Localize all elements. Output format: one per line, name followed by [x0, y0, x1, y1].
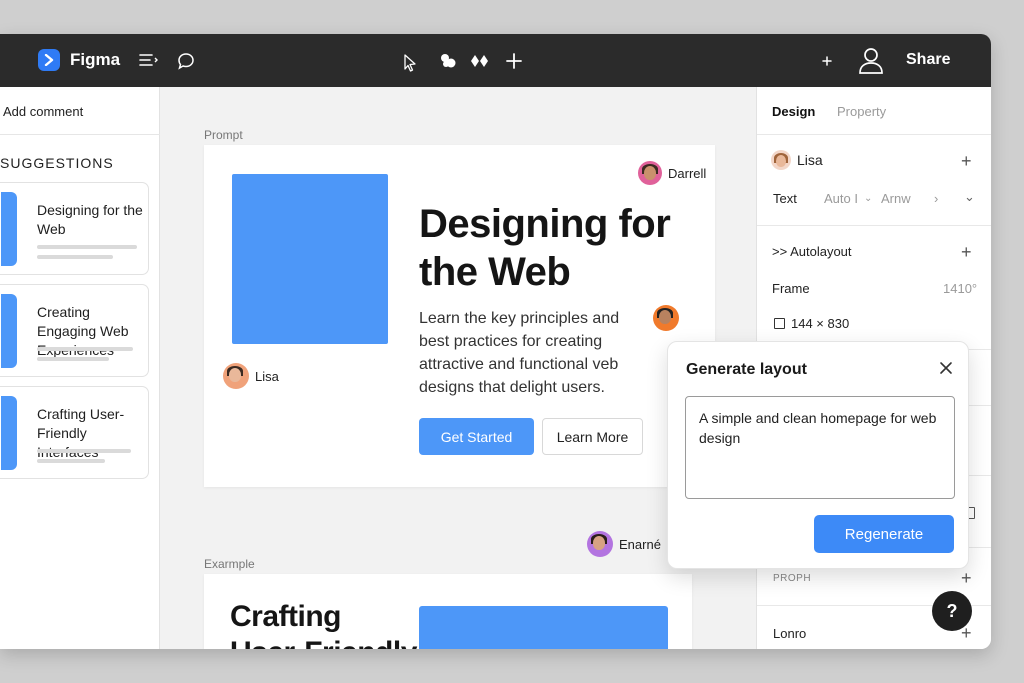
avatar	[771, 150, 791, 170]
avatar	[653, 305, 679, 331]
dialog-title: Generate layout	[686, 361, 807, 378]
section-label: PROPH	[773, 573, 812, 584]
placeholder-line	[37, 459, 105, 463]
collaborator-enarne: Enarné	[587, 531, 661, 557]
help-button[interactable]: ?	[932, 591, 972, 631]
frame-label: Frame	[772, 281, 810, 296]
suggestion-card[interactable]: Designing for the Web	[0, 182, 149, 275]
tab-property[interactable]: Property	[837, 104, 886, 119]
suggestion-thumbnail	[1, 396, 17, 470]
layers-list-icon[interactable]	[136, 48, 160, 72]
divider	[757, 225, 991, 226]
checkbox[interactable]	[774, 318, 785, 329]
user-row[interactable]: Lisa	[771, 150, 823, 170]
example-frame[interactable]: Crafting User-Friendly Interfaces	[204, 574, 692, 649]
example-title: Crafting User-Friendly Interfaces	[230, 600, 417, 649]
example-image-placeholder[interactable]	[419, 606, 668, 649]
add-icon[interactable]: +	[961, 152, 972, 170]
prompt-frame[interactable]: Designing for the Web Learn the key prin…	[204, 145, 715, 487]
add-comment-button[interactable]: Add comment	[3, 104, 83, 119]
suggestion-card[interactable]: Crafting User-Friendly Interfaces	[0, 386, 149, 479]
example-frame-label: Exarmple	[204, 557, 255, 571]
placeholder-line	[37, 347, 133, 351]
avatar	[223, 363, 249, 389]
hero-description: Learn the key principles and best practi…	[419, 310, 620, 396]
placeholder-line	[37, 255, 113, 259]
learn-more-button[interactable]: Learn More	[542, 418, 643, 455]
share-button[interactable]: Share	[906, 50, 950, 70]
collaborator-darrell: Darrell	[638, 161, 706, 185]
collaborator-lisa: Lisa	[223, 363, 279, 389]
collaborator-cursor	[653, 305, 679, 331]
suggestion-thumbnail	[1, 294, 17, 368]
font-select[interactable]: Arnw	[881, 191, 911, 206]
divider	[757, 134, 991, 135]
top-toolbar: Figma Share	[0, 34, 991, 87]
avatar	[638, 161, 662, 185]
left-panel: Add comment SUGGESTIONS Designing for th…	[0, 87, 160, 649]
suggestion-thumbnail	[1, 192, 17, 266]
prompt-frame-label: Prompt	[204, 128, 243, 142]
section-label: Lonro	[773, 626, 807, 641]
pointer-icon[interactable]	[398, 51, 422, 75]
autolayout-label[interactable]: >> Autolayout	[772, 244, 852, 259]
menu-icon[interactable]	[0, 52, 10, 68]
user-icon[interactable]	[856, 45, 886, 75]
frame-value[interactable]: 1410°	[943, 281, 977, 296]
shape-tools-icon[interactable]	[468, 49, 492, 73]
chevron-down-icon[interactable]: ⌄	[864, 193, 872, 204]
hero-title: Designing for the Web	[419, 202, 671, 294]
suggestions-title: SUGGESTIONS	[0, 155, 114, 171]
avatar	[587, 531, 613, 557]
collaborator-name: Enarné	[619, 536, 661, 552]
suggestion-label: Creating Engaging Web Experiences	[37, 304, 129, 358]
prompt-textarea[interactable]: A simple and clean homepage for web desi…	[685, 396, 955, 499]
figma-logo-icon[interactable]	[38, 49, 60, 71]
app-name: Figma	[70, 50, 121, 69]
chevron-right-icon[interactable]: ›	[934, 191, 938, 206]
placeholder-line	[37, 449, 131, 453]
collaborator-name: Darrell	[668, 165, 707, 181]
small-plus-icon[interactable]	[815, 49, 839, 73]
add-icon[interactable]: +	[961, 569, 972, 587]
suggestion-label: Crafting User-Friendly Interfaces	[37, 406, 125, 460]
user-name: Lisa	[797, 152, 823, 168]
regenerate-button[interactable]: Regenerate	[814, 515, 954, 553]
get-started-button[interactable]: Get Started	[419, 418, 534, 455]
frame-size[interactable]: 144 × 830	[791, 316, 849, 331]
add-icon[interactable]	[502, 49, 526, 73]
component-icon[interactable]	[436, 49, 460, 73]
collaborator-name: Lisa	[255, 368, 279, 384]
hero-image-placeholder[interactable]	[232, 174, 388, 344]
auto-select[interactable]: Auto I	[824, 191, 858, 206]
generate-layout-dialog: Generate layout A simple and clean homep…	[667, 341, 969, 569]
close-icon[interactable]	[939, 361, 955, 377]
tab-design[interactable]: Design	[772, 104, 815, 119]
placeholder-line	[37, 357, 109, 361]
suggestion-card[interactable]: Creating Engaging Web Experiences	[0, 284, 149, 377]
add-icon[interactable]: +	[961, 243, 972, 261]
suggestion-label: Designing for the Web	[37, 202, 143, 237]
text-label: Text	[773, 191, 797, 206]
placeholder-line	[37, 245, 137, 249]
chevron-down-icon[interactable]: ⌄	[964, 189, 975, 205]
divider	[0, 134, 160, 135]
comment-icon[interactable]	[174, 49, 198, 73]
